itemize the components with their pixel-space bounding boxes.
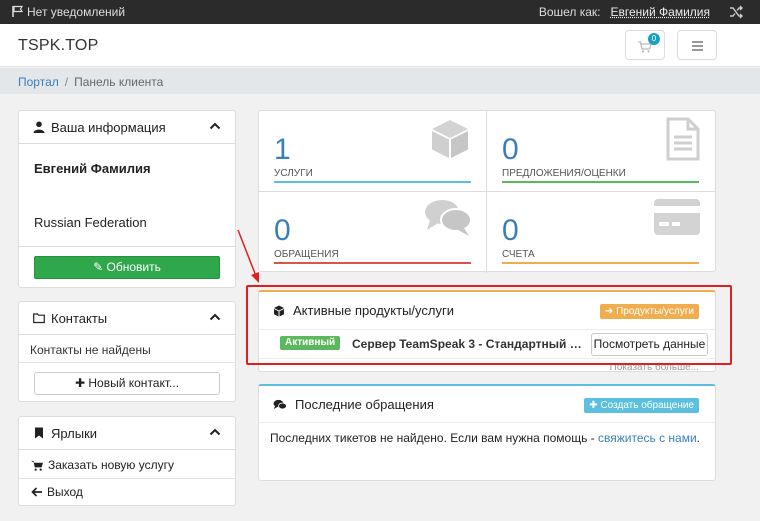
tile-services-label: УСЛУГИ xyxy=(274,168,313,179)
chevron-up-icon[interactable] xyxy=(209,426,221,438)
contacts-header[interactable]: Контакты xyxy=(19,302,235,335)
arrow-left-icon xyxy=(31,487,42,497)
client-country: Russian Federation xyxy=(34,215,147,230)
contact-us-link[interactable]: свяжитесь с нами xyxy=(598,431,697,445)
contacts-panel: Контакты Контакты не найдены ✚ Новый кон… xyxy=(18,301,236,402)
annotation-arrow-icon xyxy=(237,229,259,283)
logout-label: Выход xyxy=(47,485,83,499)
hamburger-icon xyxy=(692,41,703,43)
new-contact-label: Новый контакт... xyxy=(88,376,180,390)
logout-link[interactable]: Выход xyxy=(31,485,83,499)
user-icon xyxy=(33,121,45,133)
order-new-service-label: Заказать новую услугу xyxy=(48,458,174,472)
tile-quotes-label: ПРЕДЛОЖЕНИЯ/ОЦЕНКИ xyxy=(502,168,626,179)
logged-in-label: Вошел как: xyxy=(538,5,601,19)
recent-tickets-card: Последние обращения ✚ Создать обращение … xyxy=(258,384,716,481)
tile-tickets[interactable]: 0 ОБРАЩЕНИЯ xyxy=(259,192,487,273)
breadcrumb-current: Панель клиента xyxy=(74,75,164,89)
order-new-service-link[interactable]: Заказать новую услугу xyxy=(31,458,174,472)
cart-icon xyxy=(31,460,43,471)
open-ticket-button[interactable]: ✚ Создать обращение xyxy=(584,398,699,413)
tile-services[interactable]: 1 УСЛУГИ xyxy=(259,111,487,192)
comments-icon xyxy=(273,399,287,409)
update-button-label: Обновить xyxy=(106,260,161,274)
update-button[interactable]: ✎ Обновить xyxy=(34,256,220,279)
no-tickets-text: Последних тикетов не найдено. Если вам н… xyxy=(270,431,598,445)
notifications-label: Нет уведомлений xyxy=(27,5,126,19)
your-info-title: Ваша информация xyxy=(51,120,166,135)
your-info-header[interactable]: Ваша информация xyxy=(19,111,235,144)
client-name: Евгений Фамилия xyxy=(34,161,151,176)
tile-invoices-label: СЧЕТА xyxy=(502,249,535,260)
menu-toggle-button[interactable] xyxy=(677,30,717,60)
tile-invoices-value: 0 xyxy=(502,214,519,247)
site-header: TSPK.TOP 0 xyxy=(0,24,760,67)
tile-tickets-label: ОБРАЩЕНИЯ xyxy=(274,249,339,260)
shortcuts-panel: Ярлыки Заказать новую услугу Выход xyxy=(18,416,236,506)
brand-logo[interactable]: TSPK.TOP xyxy=(18,37,98,55)
breadcrumb: Портал / Панель клиента xyxy=(0,68,760,94)
your-info-panel: Ваша информация Евгений Фамилия Russian … xyxy=(18,110,236,288)
tile-invoices-bar xyxy=(502,262,699,264)
cart-button[interactable]: 0 xyxy=(625,30,665,60)
tile-services-value: 1 xyxy=(274,133,291,166)
divider xyxy=(19,246,235,247)
tile-quotes-value: 0 xyxy=(502,133,519,166)
breadcrumb-separator: / xyxy=(64,75,69,89)
new-contact-button[interactable]: ✚ Новый контакт... xyxy=(34,372,220,395)
tile-services-bar xyxy=(274,181,471,183)
no-tickets-end: . xyxy=(696,431,701,445)
tile-tickets-bar xyxy=(274,262,471,264)
highlight-box xyxy=(246,285,732,365)
stats-tiles: 1 УСЛУГИ 0 ПРЕДЛОЖЕНИЯ/ОЦЕНКИ 0 ОБРАЩЕНИ… xyxy=(258,110,716,273)
top-bar: Нет уведомлений Вошел как: Евгений Фамил… xyxy=(0,0,760,24)
divider xyxy=(19,362,235,363)
folder-icon xyxy=(33,313,45,324)
shortcuts-title: Ярлыки xyxy=(51,426,98,441)
shortcuts-header[interactable]: Ярлыки xyxy=(19,417,235,450)
divider xyxy=(19,478,235,479)
document-icon xyxy=(666,117,700,161)
notifications-link[interactable]: Нет уведомлений xyxy=(27,5,125,19)
credit-card-icon xyxy=(654,199,700,235)
user-name-link[interactable]: Евгений Фамилия xyxy=(611,5,711,19)
tile-quotes-bar xyxy=(502,181,699,183)
cube-icon xyxy=(432,120,468,158)
cart-count-badge: 0 xyxy=(648,33,660,45)
flag-icon xyxy=(12,5,24,17)
bookmark-icon xyxy=(35,427,43,439)
breadcrumb-portal[interactable]: Портал xyxy=(18,75,59,89)
chevron-up-icon[interactable] xyxy=(209,120,221,132)
chevron-up-icon[interactable] xyxy=(209,311,221,323)
plus-icon: ✚ xyxy=(74,376,86,390)
no-tickets-message: Последних тикетов не найдено. Если вам н… xyxy=(270,431,700,445)
tile-quotes[interactable]: 0 ПРЕДЛОЖЕНИЯ/ОЦЕНКИ xyxy=(487,111,715,192)
contacts-title: Контакты xyxy=(51,311,108,326)
pencil-icon: ✎ xyxy=(93,260,104,274)
contacts-empty-text: Контакты не найдены xyxy=(30,343,151,357)
recent-tickets-title: Последние обращения xyxy=(295,397,434,412)
tile-tickets-value: 0 xyxy=(274,214,291,247)
comments-icon xyxy=(425,200,472,236)
divider xyxy=(259,422,715,423)
shuffle-icon[interactable] xyxy=(728,4,744,20)
tile-invoices[interactable]: 0 СЧЕТА xyxy=(487,192,715,273)
